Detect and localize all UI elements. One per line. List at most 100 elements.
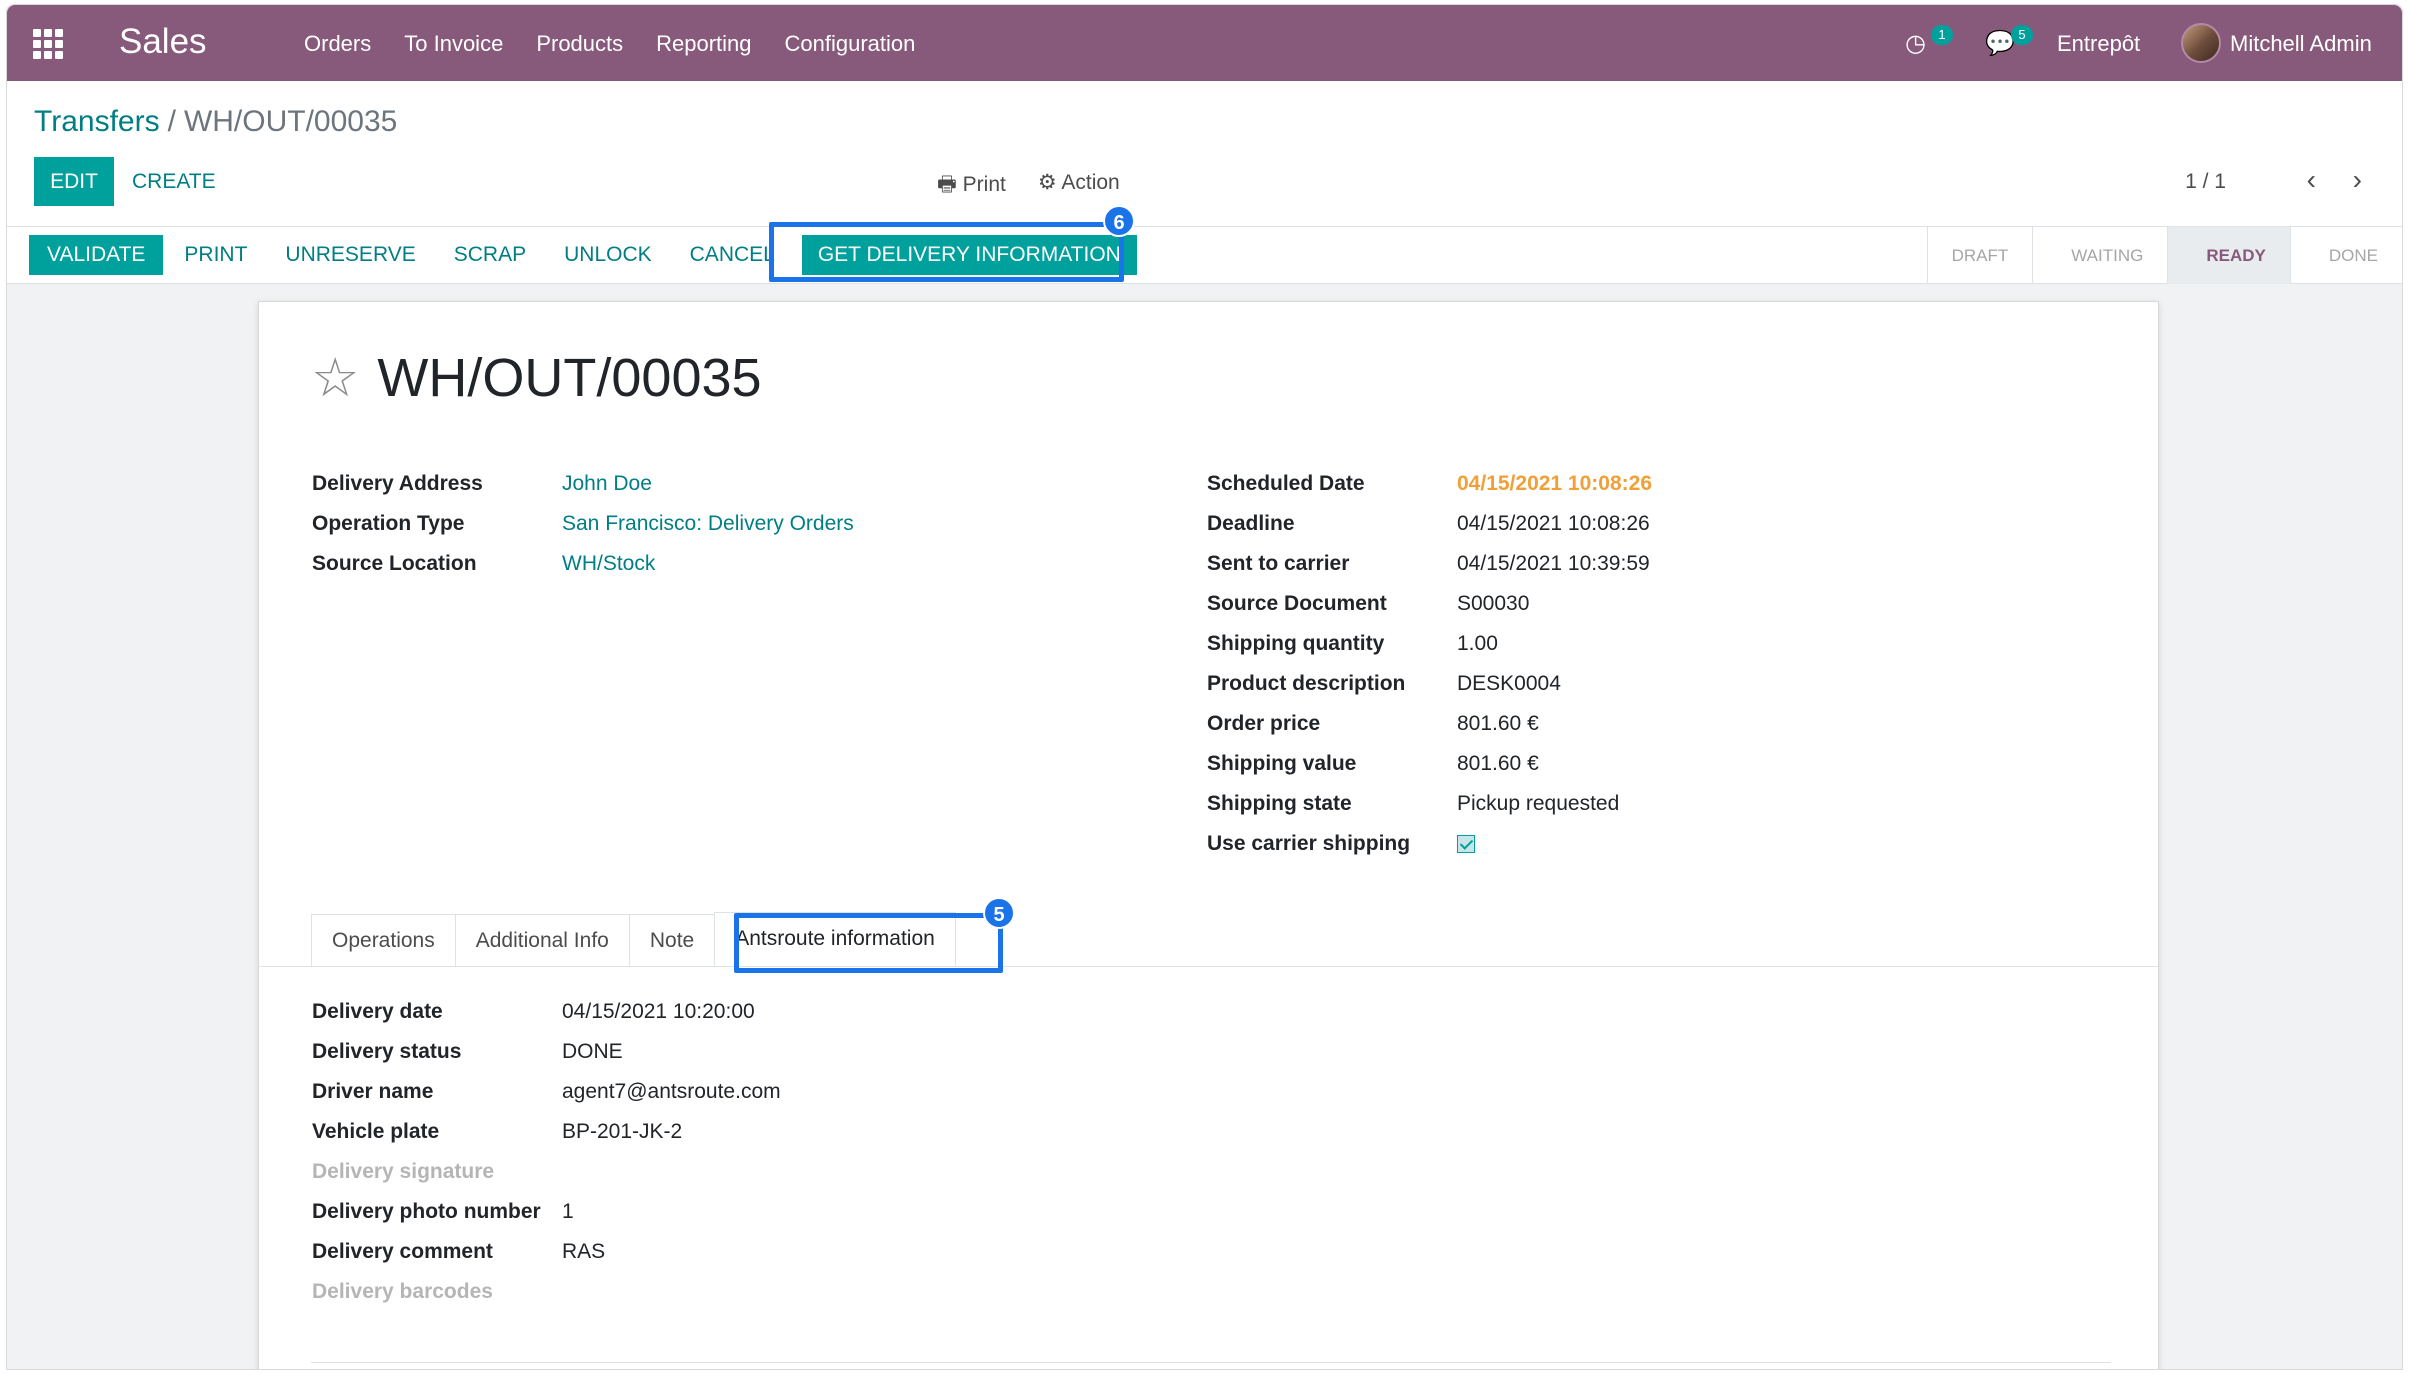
tab-divider (259, 966, 2158, 967)
action-label: Action (1061, 171, 1120, 194)
operation-type-link[interactable]: San Francisco: Delivery Orders (562, 512, 854, 536)
messaging-button[interactable]: 💬 5 (1985, 25, 2035, 59)
gear-icon: ⚙ (1037, 171, 1062, 194)
shipping-state-value: Pickup requested (1457, 792, 1620, 815)
deadline-value: 04/15/2021 10:08:26 (1457, 512, 1650, 535)
scheduled-date-value: 04/15/2021 10:08:26 (1457, 472, 1652, 495)
delivery-status-value: DONE (562, 1040, 623, 1063)
app-brand[interactable]: Sales (119, 22, 207, 62)
title-row: ☆ WH/OUT/00035 (311, 347, 762, 409)
field-driver-name: Driver name agent7@antsroute.com (312, 1072, 781, 1112)
field-label: Vehicle plate (312, 1120, 440, 1143)
field-shipping-quantity: Shipping quantity 1.00 (1207, 624, 1652, 664)
apps-menu-icon[interactable] (33, 29, 63, 59)
stage-done[interactable]: DONE (2289, 227, 2402, 284)
field-shipping-state: Shipping state Pickup requested (1207, 784, 1652, 824)
field-label: Delivery comment (312, 1240, 493, 1263)
field-delivery-address: Delivery Address John Doe (312, 464, 854, 504)
field-delivery-date: Delivery date 04/15/2021 10:20:00 (312, 992, 781, 1032)
source-location-link[interactable]: WH/Stock (562, 552, 655, 576)
field-use-carrier-shipping: Use carrier shipping (1207, 824, 1652, 864)
printer-icon: 🖶 (937, 173, 963, 196)
app-window: Sales Orders To Invoice Products Reporti… (6, 4, 2403, 1370)
field-label: Delivery date (312, 1000, 443, 1023)
menu-configuration[interactable]: Configuration (785, 31, 916, 57)
field-sent-to-carrier: Sent to carrier 04/15/2021 10:39:59 (1207, 544, 1652, 584)
tab-operations[interactable]: Operations (311, 914, 456, 966)
messages-count-badge: 5 (2011, 25, 2033, 45)
field-source-location: Source Location WH/Stock (312, 544, 854, 584)
stage-waiting[interactable]: WAITING (2032, 227, 2167, 284)
scrap-button[interactable]: SCRAP (435, 235, 545, 275)
top-navbar: Sales Orders To Invoice Products Reporti… (7, 5, 2402, 81)
product-description-value: DESK0004 (1457, 672, 1561, 695)
tab-note[interactable]: Note (628, 914, 716, 966)
field-shipping-value: Shipping value 801.60 € (1207, 744, 1652, 784)
shipping-quantity-value: 1.00 (1457, 632, 1498, 655)
breadcrumb: Transfers / WH/OUT/00035 (34, 105, 397, 139)
unreserve-button[interactable]: UNRESERVE (266, 235, 434, 275)
tab-additional-info[interactable]: Additional Info (454, 914, 630, 966)
field-scheduled-date: Scheduled Date 04/15/2021 10:08:26 (1207, 464, 1652, 504)
field-label: Scheduled Date (1207, 472, 1365, 495)
field-label: Use carrier shipping (1207, 832, 1411, 855)
chevron-right-icon[interactable]: › (2353, 164, 2362, 196)
delivery-comment-value: RAS (562, 1240, 606, 1263)
user-avatar[interactable] (2181, 23, 2221, 63)
stage-draft[interactable]: DRAFT (1926, 227, 2033, 284)
right-field-group: Scheduled Date 04/15/2021 10:08:26 Deadl… (1207, 464, 1652, 864)
step-badge-6: 6 (1103, 205, 1135, 237)
field-label: Order price (1207, 712, 1321, 735)
field-delivery-signature: Delivery signature (312, 1152, 781, 1192)
field-label: Product description (1207, 672, 1406, 695)
menu-reporting[interactable]: Reporting (656, 31, 751, 57)
delivery-date-value: 04/15/2021 10:20:00 (562, 1000, 755, 1023)
order-price-value: 801.60 € (1457, 712, 1539, 735)
record-title: WH/OUT/00035 (377, 348, 762, 408)
company-switcher[interactable]: Entrepôt (2057, 31, 2140, 57)
print-dropdown[interactable]: 🖶 Print (937, 170, 1006, 205)
sent-to-carrier-value: 04/15/2021 10:39:59 (1457, 552, 1650, 575)
print-label: Print (962, 173, 1006, 196)
user-menu[interactable]: Mitchell Admin (2230, 31, 2372, 57)
field-label: Shipping state (1207, 792, 1352, 815)
field-label: Source Document (1207, 592, 1387, 615)
field-label: Sent to carrier (1207, 552, 1350, 575)
field-source-document: Source Document S00030 (1207, 584, 1652, 624)
use-carrier-shipping-checkbox[interactable] (1457, 835, 1475, 853)
field-vehicle-plate: Vehicle plate BP-201-JK-2 (312, 1112, 781, 1152)
star-icon[interactable]: ☆ (311, 351, 359, 405)
pager-value[interactable]: 1 / 1 (2185, 170, 2226, 194)
clock-icon: ◷ (1905, 30, 1926, 57)
field-label: Delivery photo number (312, 1200, 541, 1223)
field-delivery-comment: Delivery comment RAS (312, 1232, 781, 1272)
chevron-left-icon[interactable]: ‹ (2307, 164, 2316, 196)
unlock-button[interactable]: UNLOCK (545, 235, 671, 275)
field-label: Source Location (312, 552, 477, 575)
activity-count-badge: 1 (1931, 25, 1953, 45)
vehicle-plate-value: BP-201-JK-2 (562, 1120, 683, 1143)
field-label: Shipping quantity (1207, 632, 1385, 655)
field-operation-type: Operation Type San Francisco: Delivery O… (312, 504, 854, 544)
field-label: Shipping value (1207, 752, 1357, 775)
field-label: Driver name (312, 1080, 434, 1103)
create-button[interactable]: CREATE (132, 170, 216, 194)
menu-orders[interactable]: Orders (304, 31, 371, 57)
driver-name-value: agent7@antsroute.com (562, 1080, 781, 1103)
sheet-separator (311, 1362, 2111, 1363)
field-order-price: Order price 801.60 € (1207, 704, 1652, 744)
edit-button[interactable]: EDIT (34, 157, 114, 206)
validate-button[interactable]: VALIDATE (29, 235, 164, 275)
menu-products[interactable]: Products (536, 31, 623, 57)
print-button[interactable]: PRINT (165, 235, 266, 275)
shipping-value-value: 801.60 € (1457, 752, 1539, 775)
form-statusbar: VALIDATE PRINT UNRESERVE SCRAP UNLOCK CA… (7, 205, 2402, 284)
activity-button[interactable]: ◷ 1 (1905, 25, 1955, 59)
breadcrumb-transfers-link[interactable]: Transfers (34, 105, 160, 138)
delivery-address-link[interactable]: John Doe (562, 472, 652, 496)
stage-ready[interactable]: READY (2167, 227, 2290, 284)
action-dropdown[interactable]: ⚙ Action (1038, 170, 1120, 205)
field-delivery-status: Delivery status DONE (312, 1032, 781, 1072)
control-panel: Transfers / WH/OUT/00035 EDIT CREATE 🖶 Pri… (7, 81, 2402, 227)
menu-to-invoice[interactable]: To Invoice (404, 31, 503, 57)
